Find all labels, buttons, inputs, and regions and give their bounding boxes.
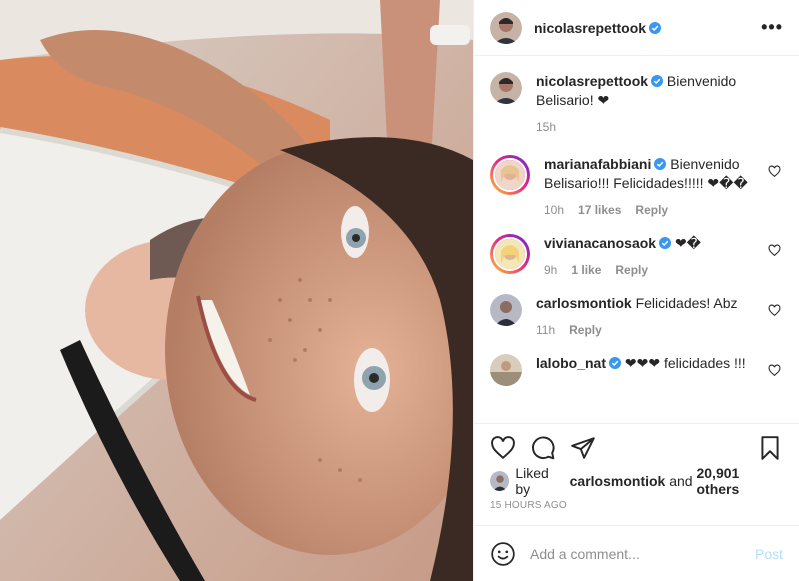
more-options-button[interactable]: •••	[761, 17, 783, 38]
comment-heart-icon[interactable]	[768, 364, 781, 377]
comment-username[interactable]: marianafabbiani	[544, 156, 651, 172]
likes-summary: Liked by carlosmontiok and 20,901 others	[490, 465, 783, 497]
comment-username[interactable]: carlosmontiok	[536, 295, 632, 311]
comment-avatar[interactable]	[490, 294, 522, 326]
reply-button[interactable]: Reply	[635, 201, 668, 220]
caption-username[interactable]: nicolasrepettook	[536, 73, 648, 89]
comments-list[interactable]: nicolasrepettook Bienvenido Belisario! ❤…	[474, 56, 799, 423]
liker-username[interactable]: carlosmontiok	[570, 473, 666, 489]
comment-time[interactable]: 10h	[544, 201, 564, 220]
comment-text: ❤❤❤ felicidades !!!	[624, 355, 746, 371]
post-photo[interactable]	[0, 0, 473, 581]
comment-time[interactable]: 11h	[536, 321, 555, 340]
likes-others-link[interactable]: 20,901 others	[696, 465, 783, 497]
comment-likes[interactable]: 17 likes	[578, 201, 621, 220]
post-comment-button[interactable]: Post	[755, 546, 783, 562]
post-actions-section: Liked by carlosmontiok and 20,901 others…	[474, 423, 799, 525]
verified-badge-icon	[651, 75, 664, 87]
comment-username[interactable]: vivianacanosaok	[544, 235, 656, 251]
post-header: nicolasrepettook •••	[474, 0, 799, 56]
comment-heart-icon[interactable]	[768, 304, 781, 317]
comment-item: marianafabbiani Bienvenido Belisario!!! …	[490, 155, 783, 220]
comment-heart-icon[interactable]	[768, 165, 781, 178]
comment-avatar[interactable]	[490, 354, 522, 386]
caption-time[interactable]: 15h	[536, 118, 556, 137]
comment-item: lalobo_nat ❤❤❤ felicidades !!!	[490, 354, 783, 386]
comment-avatar[interactable]	[490, 234, 530, 274]
comment-bubble-icon[interactable]	[530, 435, 556, 461]
bookmark-icon[interactable]	[757, 435, 783, 461]
comment-avatar[interactable]	[490, 155, 530, 195]
caption-avatar[interactable]	[490, 72, 522, 104]
instagram-post: nicolasrepettook ••• nicolasrepettook Bi…	[0, 0, 799, 581]
comment-text: ❤�	[674, 235, 702, 251]
comment-item: carlosmontiok Felicidades! Abz 11h Reply	[490, 294, 783, 340]
reply-button[interactable]: Reply	[569, 321, 602, 340]
comment-time[interactable]: 9h	[544, 261, 557, 280]
smiley-icon[interactable]	[490, 541, 516, 567]
likes-prefix: Liked by	[515, 465, 549, 497]
verified-badge-icon	[659, 237, 672, 249]
heart-icon[interactable]	[490, 435, 516, 461]
post-timestamp[interactable]: 15 HOURS AGO	[490, 500, 783, 511]
paper-plane-icon[interactable]	[570, 435, 596, 461]
liker-avatar[interactable]	[490, 471, 510, 491]
author-avatar[interactable]	[490, 11, 522, 44]
post-side-panel: nicolasrepettook ••• nicolasrepettook Bi…	[473, 0, 799, 581]
add-comment-input[interactable]	[530, 545, 755, 562]
likes-middle: and	[669, 473, 693, 489]
verified-badge-icon	[649, 21, 662, 34]
caption: nicolasrepettook Bienvenido Belisario! ❤…	[490, 72, 783, 137]
author-username[interactable]: nicolasrepettook	[534, 20, 646, 36]
verified-badge-icon	[654, 158, 667, 170]
action-bar	[490, 424, 783, 468]
add-comment-bar: Post	[474, 525, 799, 581]
comment-heart-icon[interactable]	[768, 244, 781, 257]
comment-likes[interactable]: 1 like	[571, 261, 601, 280]
comment-text: Felicidades! Abz	[635, 295, 738, 311]
post-photo-illustration	[0, 0, 473, 581]
comment-username[interactable]: lalobo_nat	[536, 355, 606, 371]
verified-badge-icon	[609, 357, 622, 369]
comment-item: vivianacanosaok ❤� 9h 1 like Reply	[490, 234, 783, 280]
reply-button[interactable]: Reply	[615, 261, 648, 280]
